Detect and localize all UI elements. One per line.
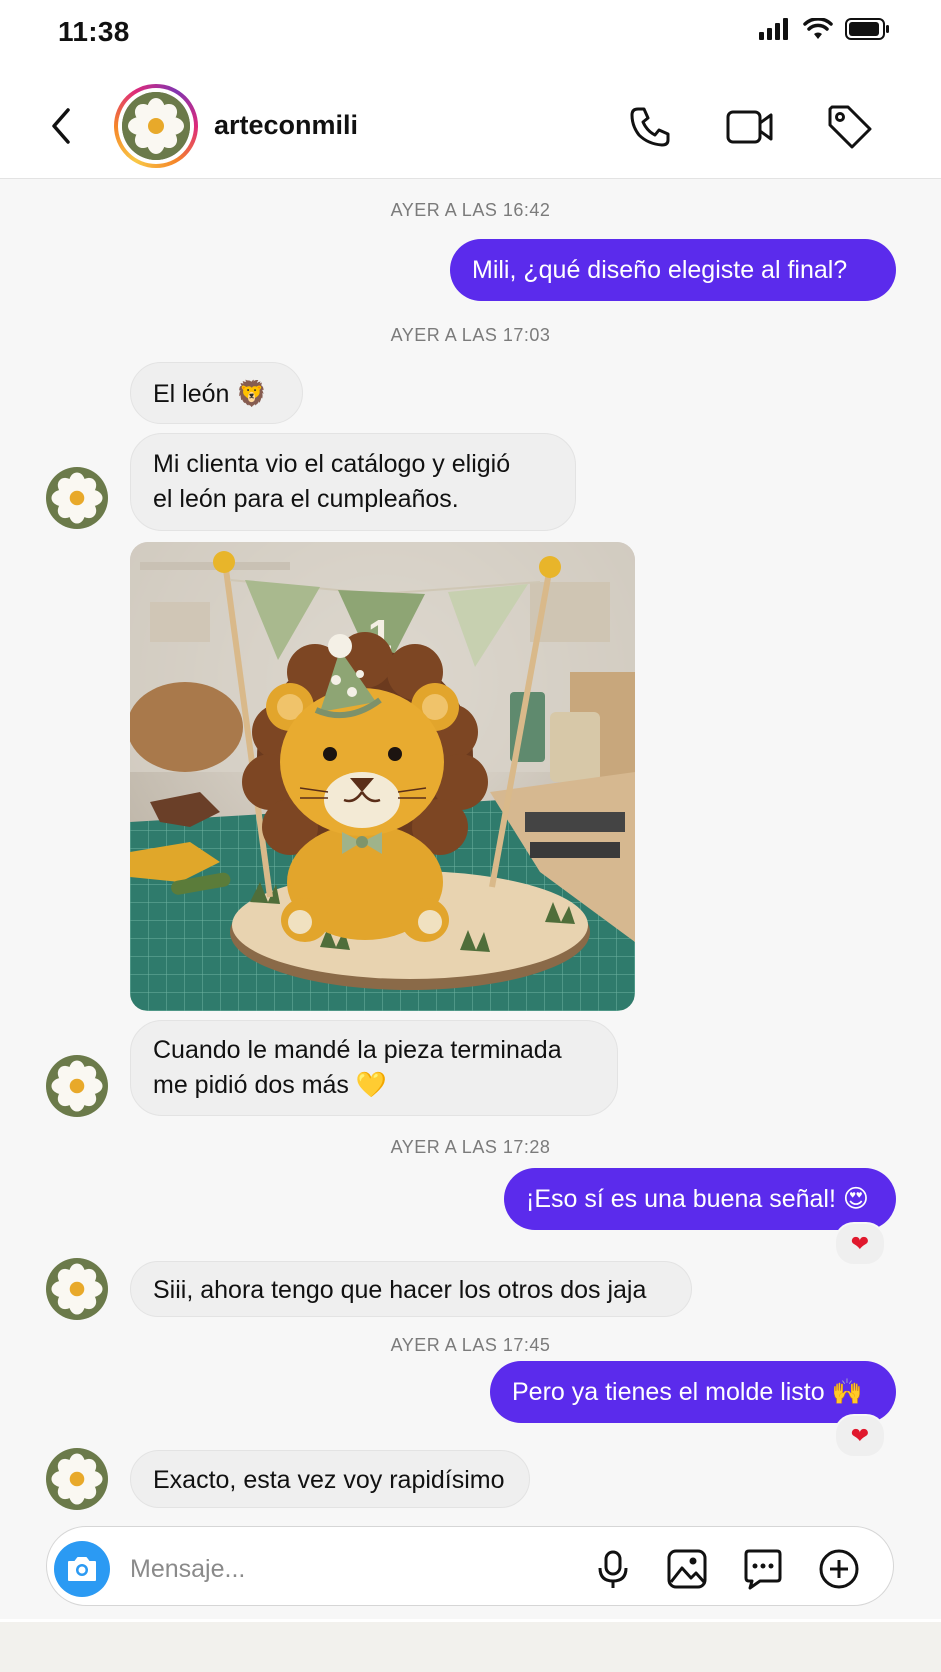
flower-avatar-icon bbox=[46, 467, 108, 529]
incoming-message[interactable]: Mi clienta vio el catálogo y eligió el l… bbox=[130, 433, 576, 531]
message-line: me pidió dos más 💛 bbox=[153, 1071, 387, 1099]
message-line: el león para el cumpleaños. bbox=[153, 485, 459, 513]
home-indicator-area bbox=[0, 1622, 941, 1672]
lion-topper-photo: 1 bbox=[130, 542, 635, 1011]
incoming-message[interactable]: Cuando le mandé la pieza terminada me pi… bbox=[130, 1020, 618, 1116]
timestamp: AYER A LAS 17:28 bbox=[390, 1137, 551, 1157]
signal-icon bbox=[759, 18, 788, 40]
sender-avatar[interactable] bbox=[46, 467, 108, 529]
mic-icon[interactable] bbox=[590, 1546, 636, 1592]
sender-avatar[interactable] bbox=[46, 1055, 108, 1117]
battery-icon bbox=[845, 18, 889, 40]
timestamp: AYER A LAS 17:03 bbox=[390, 325, 551, 345]
sticker-icon[interactable] bbox=[740, 1546, 786, 1592]
message-line: Mi clienta vio el catálogo y eligió bbox=[153, 450, 511, 478]
flower-avatar-icon bbox=[46, 1258, 108, 1320]
username[interactable]: arteconmili bbox=[214, 110, 358, 141]
heart-reaction[interactable]: ❤ bbox=[834, 1222, 886, 1266]
message-input[interactable] bbox=[128, 1548, 552, 1590]
incoming-message[interactable]: Exacto, esta vez voy rapidísimo bbox=[130, 1450, 530, 1508]
wifi-icon bbox=[803, 18, 833, 39]
video-icon[interactable] bbox=[724, 101, 776, 153]
back-icon[interactable] bbox=[44, 104, 80, 148]
heart-reaction[interactable]: ❤ bbox=[834, 1414, 886, 1458]
tag-icon[interactable] bbox=[824, 101, 876, 153]
status-time: 11:38 bbox=[58, 16, 130, 47]
flower-avatar-icon bbox=[122, 92, 190, 160]
phone-icon[interactable] bbox=[624, 101, 676, 153]
outgoing-message[interactable]: Mili, ¿qué diseño elegiste al final? bbox=[450, 239, 896, 301]
add-icon[interactable] bbox=[816, 1546, 862, 1592]
sender-avatar[interactable] bbox=[46, 1258, 108, 1320]
flower-avatar-icon bbox=[46, 1448, 108, 1510]
timestamp: AYER A LAS 16:42 bbox=[390, 200, 551, 220]
flower-avatar-icon bbox=[46, 1055, 108, 1117]
timestamp: AYER A LAS 17:45 bbox=[390, 1335, 551, 1355]
camera-icon bbox=[68, 1557, 96, 1581]
status-icons bbox=[759, 18, 891, 40]
incoming-message[interactable]: El león 🦁 bbox=[130, 362, 303, 424]
sender-avatar[interactable] bbox=[46, 1448, 108, 1510]
outgoing-message[interactable]: Pero ya tienes el molde listo 🙌 bbox=[490, 1361, 896, 1423]
avatar[interactable] bbox=[114, 84, 198, 168]
message-line: Cuando le mandé la pieza terminada bbox=[153, 1036, 562, 1064]
shared-photo[interactable]: 1 bbox=[130, 542, 635, 1011]
incoming-message[interactable]: Siii, ahora tengo que hacer los otros do… bbox=[130, 1261, 692, 1317]
outgoing-message[interactable]: ¡Eso sí es una buena señal! 😍 bbox=[504, 1168, 896, 1230]
camera-button[interactable] bbox=[54, 1541, 110, 1597]
gallery-icon[interactable] bbox=[664, 1546, 710, 1592]
